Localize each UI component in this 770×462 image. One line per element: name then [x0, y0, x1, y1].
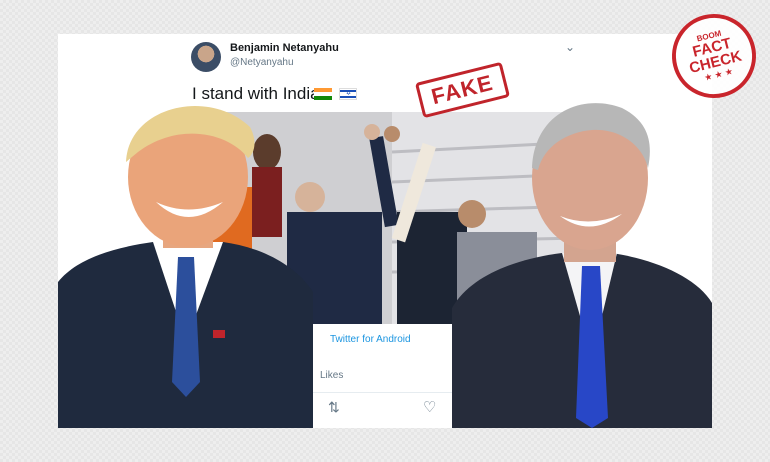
tweet-source-link[interactable]: Twitter for Android: [330, 334, 411, 345]
retweet-icon[interactable]: ⇅: [328, 399, 340, 416]
person-right-image: [452, 88, 712, 433]
israel-flag-icon: ✡: [339, 88, 357, 100]
india-flag-icon: [314, 88, 332, 100]
person-left-image: [58, 92, 313, 433]
author-handle[interactable]: @Netyanyahu: [230, 57, 294, 68]
chevron-down-icon[interactable]: ⌄: [565, 40, 575, 54]
heart-icon[interactable]: ♡: [423, 398, 436, 416]
likes-label[interactable]: Likes: [320, 370, 343, 381]
author-name[interactable]: Benjamin Netanyahu: [230, 42, 339, 54]
avatar[interactable]: [191, 42, 221, 72]
